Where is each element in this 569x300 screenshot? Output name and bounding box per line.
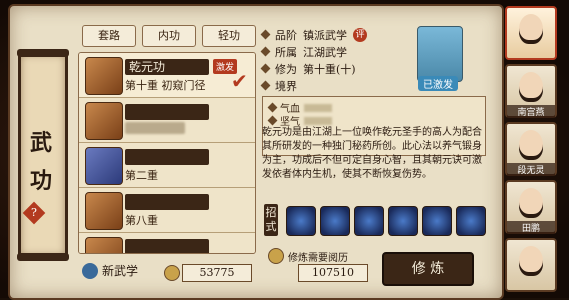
- move-icon[interactable]: [422, 206, 452, 236]
- diamond-icon: [267, 115, 278, 126]
- blurred-text: [125, 122, 185, 134]
- blurred-value: [304, 116, 332, 125]
- tab-qinggong[interactable]: 轻功: [202, 25, 256, 47]
- move-icon[interactable]: [354, 206, 384, 236]
- scroll-icon: [85, 102, 123, 140]
- skill-progress: 初窥门径: [161, 79, 206, 92]
- new-skill-button[interactable]: 新武学: [82, 262, 138, 279]
- scroll-icon: [85, 147, 123, 185]
- diamond-icon: [260, 80, 271, 91]
- skill-name: [125, 239, 209, 253]
- skill-level: 第二重: [125, 169, 158, 182]
- stat-qixue: 气血: [267, 101, 479, 115]
- realm-label: 境界: [275, 79, 297, 93]
- train-requirement-label: 修炼需要阅历: [288, 252, 348, 264]
- character-slot[interactable]: [505, 238, 557, 292]
- tab-neigong[interactable]: 内功: [142, 25, 196, 47]
- skill-portrait: [417, 26, 463, 82]
- skill-list: 乾元功 激发 第十重 初窥门径 ✔ 第二重 第八重: [78, 52, 256, 254]
- title-char-1: 武: [30, 130, 53, 156]
- skill-list-item[interactable]: [79, 233, 255, 253]
- move-icon[interactable]: [456, 206, 486, 236]
- character-portrait: [519, 72, 543, 102]
- info-row-realm: 境界: [260, 77, 367, 94]
- skill-name: [125, 104, 209, 120]
- title-char-2: 功: [30, 168, 53, 194]
- quality-badge: 评: [353, 27, 367, 42]
- diamond-icon: [260, 46, 271, 57]
- faction-label: 所属: [275, 45, 297, 59]
- currency-amount: 53775: [182, 264, 252, 282]
- quality-label: 品阶: [275, 28, 297, 42]
- skill-list-item[interactable]: 第八重: [79, 188, 255, 233]
- train-button[interactable]: 修 炼: [382, 252, 474, 286]
- skill-list-item[interactable]: 乾元功 激发 第十重 初窥门径 ✔: [79, 53, 255, 98]
- skill-tabs: 套路 内功 轻功: [82, 25, 256, 47]
- cultivation-label: 修为: [275, 62, 297, 76]
- character-name: 田鹏: [507, 221, 555, 234]
- diamond-icon: [267, 102, 278, 113]
- move-icon[interactable]: [320, 206, 350, 236]
- skill-list-item[interactable]: [79, 98, 255, 143]
- skill-level: 第八重: [125, 214, 158, 227]
- faction-value: 江湖武学: [303, 45, 347, 59]
- character-portrait: [519, 130, 543, 160]
- move-icon[interactable]: [286, 206, 316, 236]
- diamond-icon: [260, 29, 271, 40]
- skill-level-row: 第十重 初窥门径: [125, 77, 206, 93]
- tab-taolu[interactable]: 套路: [82, 25, 136, 47]
- character-slot[interactable]: [505, 6, 557, 60]
- experience-amount: 107510: [298, 264, 368, 282]
- character-sidebar: 南宫燕 段无灵 田鹏: [505, 6, 565, 296]
- new-skill-icon: [82, 262, 98, 279]
- skill-name: [125, 149, 209, 165]
- move-icon[interactable]: [388, 206, 418, 236]
- experience-icon: [268, 248, 284, 264]
- help-button[interactable]: ?: [22, 201, 46, 225]
- moves-label: 招式: [264, 204, 278, 236]
- train-requirement: 修炼需要阅历: [268, 248, 348, 264]
- quality-value: 镇派武学: [303, 28, 347, 42]
- character-portrait: [519, 14, 543, 44]
- character-portrait: [519, 246, 543, 276]
- cultivation-value: 第十重(十): [303, 62, 356, 76]
- character-name: 南宫燕: [507, 105, 555, 118]
- info-row-faction: 所属 江湖武学: [260, 43, 367, 60]
- activated-tag: 已激发: [418, 76, 458, 91]
- skill-description: 乾元功是由江湖上一位唤作乾元圣手的高人为配合其所研发的一种独门秘药所创。此心法以…: [262, 127, 482, 180]
- moves-list: [286, 206, 486, 236]
- panel-title: 武 功: [30, 124, 53, 200]
- character-name: 段无灵: [507, 163, 555, 176]
- skill-name: [125, 194, 209, 210]
- new-skill-label: 新武学: [102, 264, 139, 278]
- info-row-cultivation: 修为 第十重(十): [260, 60, 367, 77]
- scroll-icon: [85, 192, 123, 230]
- coin-icon: [164, 265, 180, 281]
- skill-list-item[interactable]: 第二重: [79, 143, 255, 188]
- scroll-icon: [85, 237, 123, 253]
- skill-info: 品阶 镇派武学 评 所属 江湖武学 修为 第十重(十) 境界: [260, 26, 367, 94]
- diamond-icon: [260, 63, 271, 74]
- character-portrait: [519, 188, 543, 218]
- character-slot[interactable]: 段无灵: [505, 122, 557, 176]
- character-slot[interactable]: 南宫燕: [505, 64, 557, 118]
- skill-name: 乾元功: [125, 59, 209, 75]
- character-slot[interactable]: 田鹏: [505, 180, 557, 234]
- info-row-quality: 品阶 镇派武学 评: [260, 26, 367, 43]
- blurred-value: [304, 103, 332, 112]
- skill-level: 第十重: [125, 79, 158, 92]
- scroll-icon: [85, 57, 123, 95]
- checkmark-icon: ✔: [231, 69, 248, 93]
